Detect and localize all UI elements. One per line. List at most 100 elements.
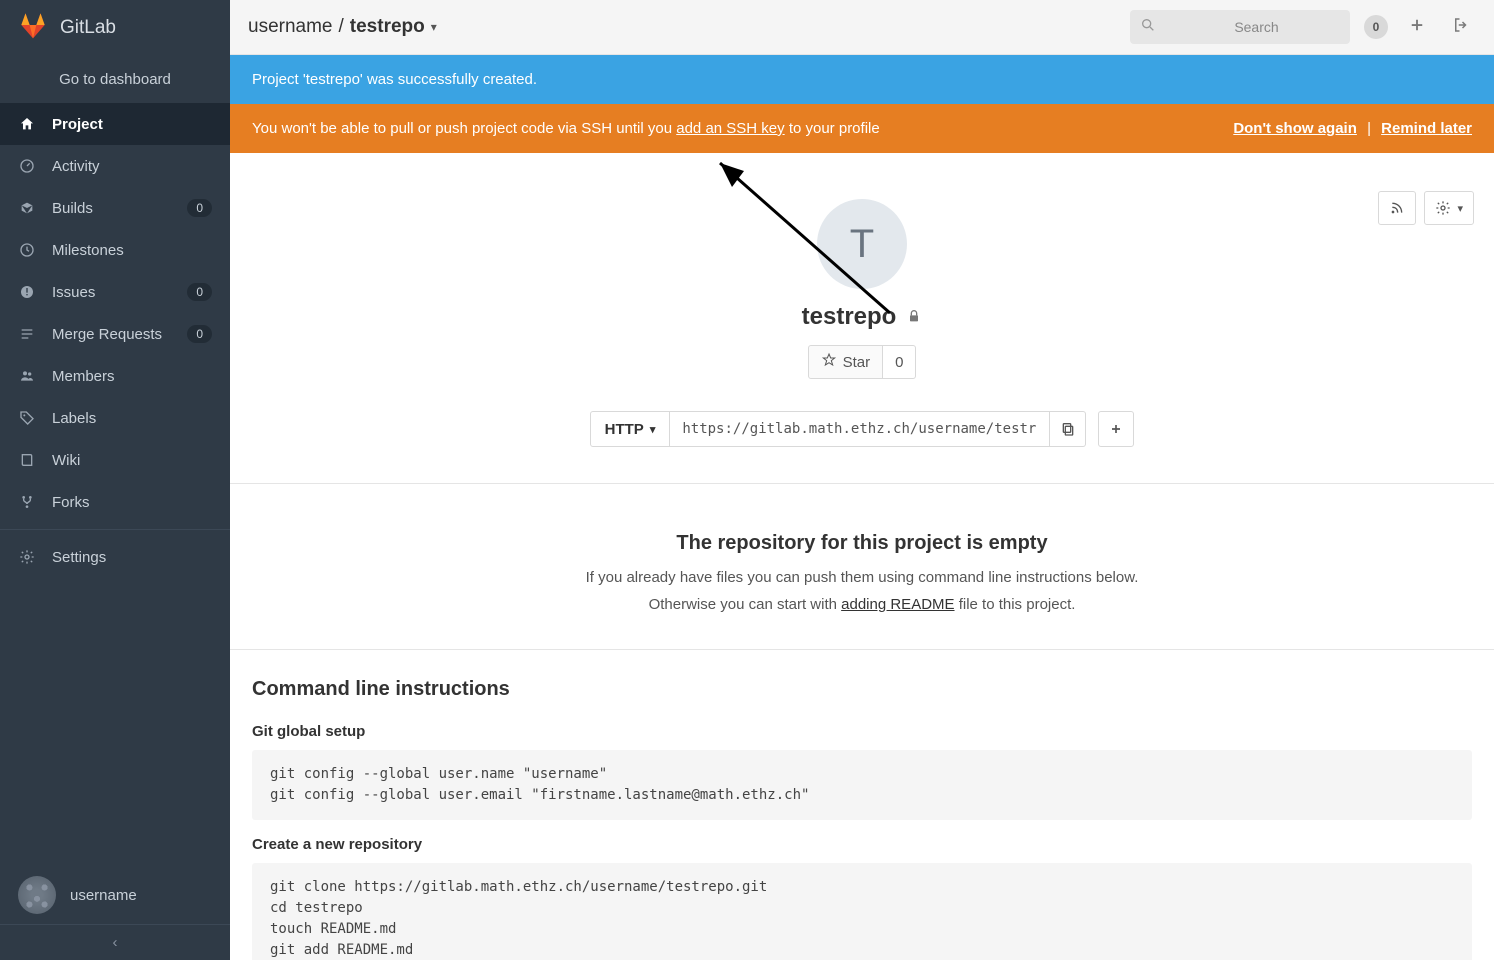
tasks-icon [18,325,36,343]
adding-readme-link[interactable]: adding README [841,596,954,613]
lock-icon [906,303,922,331]
sidebar-item-milestones[interactable]: Milestones [0,229,230,271]
sidebar-item-members[interactable]: Members [0,355,230,397]
add-ssh-key-link[interactable]: add an SSH key [676,120,784,137]
sidebar-divider [0,529,230,530]
chevron-down-icon: ▾ [1457,202,1463,215]
gitlab-logo-icon [18,10,48,46]
sidebar-item-label: Settings [52,549,212,566]
flash-success: Project 'testrepo' was successfully crea… [230,55,1494,104]
tags-icon [18,409,36,427]
book-icon [18,451,36,469]
flash-action-separator: | [1367,120,1371,137]
username-label: username [70,887,137,904]
clone-protocol-label: HTTP [605,421,644,438]
breadcrumb-owner: username [248,16,333,38]
sidebar-item-label: Members [52,368,212,385]
sidebar-item-activity[interactable]: Activity [0,145,230,187]
sidebar-item-builds[interactable]: Builds 0 [0,187,230,229]
sidebar-user[interactable]: username [0,866,230,924]
empty-line-2-pre: Otherwise you can start with [649,596,842,613]
project-letter: T [850,222,874,267]
cli-setup-code[interactable]: git config --global user.name "username"… [252,750,1472,820]
flash-warning-post: to your profile [785,120,880,137]
cli-title: Command line instructions [252,678,1472,701]
flash-success-text: Project 'testrepo' was successfully crea… [252,71,537,88]
empty-title: The repository for this project is empty [250,532,1474,555]
sidebar-collapse-button[interactable]: ‹ [0,924,230,960]
copy-url-button[interactable] [1050,411,1086,447]
remind-later-link[interactable]: Remind later [1381,120,1472,137]
sidebar-item-labels[interactable]: Labels [0,397,230,439]
star-count-value: 0 [895,354,903,371]
project-head: T testrepo Star 0 [230,153,1494,447]
clone-row: HTTP ▾ [590,411,1135,447]
sidebar-nav: Project Activity Builds 0 Milestones Iss… [0,103,230,866]
add-button[interactable] [1098,411,1134,447]
project-avatar: T [817,199,907,289]
divider [230,483,1494,484]
gear-icon [18,548,36,566]
empty-line-1: If you already have files you can push t… [250,569,1474,586]
sidebar-item-label: Forks [52,494,212,511]
sidebar-item-label: Milestones [52,242,212,259]
sidebar-item-merge-requests[interactable]: Merge Requests 0 [0,313,230,355]
dont-show-again-link[interactable]: Don't show again [1233,120,1357,137]
main: username / testrepo ▾ 0 Project 'testrep… [230,0,1494,960]
breadcrumb-sep: / [339,16,344,38]
todos-count: 0 [1373,20,1380,34]
sidebar-item-label: Builds [52,200,171,217]
topbar: username / testrepo ▾ 0 [230,0,1494,55]
sidebar-item-issues[interactable]: Issues 0 [0,271,230,313]
flash-warning: You won't be able to pull or push projec… [230,104,1494,153]
empty-state: The repository for this project is empty… [230,532,1494,613]
chevron-down-icon: ▾ [650,423,656,436]
star-button[interactable]: Star [808,345,884,379]
chevron-left-icon: ‹ [113,934,118,951]
empty-line-2-post: file to this project. [955,596,1076,613]
sidebar-item-settings[interactable]: Settings [0,536,230,578]
rss-button[interactable] [1378,191,1416,225]
todos-badge[interactable]: 0 [1364,15,1388,39]
search-icon [1140,17,1156,37]
cubes-icon [18,199,36,217]
search-input[interactable] [1166,19,1347,35]
cli-section: Command line instructions Git global set… [230,678,1494,960]
sidebar-item-label: Wiki [52,452,212,469]
brand[interactable]: GitLab [0,0,230,55]
go-to-dashboard-link[interactable]: Go to dashboard [0,55,230,103]
sign-out-button[interactable] [1446,10,1476,44]
cli-setup-title: Git global setup [252,723,1472,740]
star-icon [821,352,837,372]
empty-line-2: Otherwise you can start with adding READ… [250,596,1474,613]
fork-icon [18,493,36,511]
brand-label: GitLab [60,17,116,39]
home-icon [18,115,36,133]
project-name: testrepo [802,303,897,331]
project-name-row: testrepo [802,303,923,331]
clone-protocol-dropdown[interactable]: HTTP ▾ [590,411,671,447]
project-top-actions: ▾ [1378,191,1474,225]
sidebar-item-project[interactable]: Project [0,103,230,145]
dashboard-icon [18,157,36,175]
exclaim-icon [18,283,36,301]
users-icon [18,367,36,385]
divider [230,649,1494,650]
sidebar-item-label: Project [52,116,212,133]
sidebar-item-forks[interactable]: Forks [0,481,230,523]
issues-count-badge: 0 [187,283,212,301]
search-box[interactable] [1130,10,1350,44]
flash-warning-pre: You won't be able to pull or push projec… [252,120,676,137]
content: ▾ T testrepo Star 0 [230,153,1494,960]
star-count: 0 [883,345,916,379]
star-row: Star 0 [808,345,917,379]
sidebar-item-wiki[interactable]: Wiki [0,439,230,481]
cli-create-code[interactable]: git clone https://gitlab.math.ethz.ch/us… [252,863,1472,960]
clone-url-input[interactable] [670,411,1050,447]
new-project-button[interactable] [1402,10,1432,44]
project-settings-dropdown[interactable]: ▾ [1424,191,1474,225]
builds-count-badge: 0 [187,199,212,217]
breadcrumb[interactable]: username / testrepo ▾ [248,16,437,38]
star-label: Star [843,354,871,371]
sidebar-item-label: Labels [52,410,212,427]
